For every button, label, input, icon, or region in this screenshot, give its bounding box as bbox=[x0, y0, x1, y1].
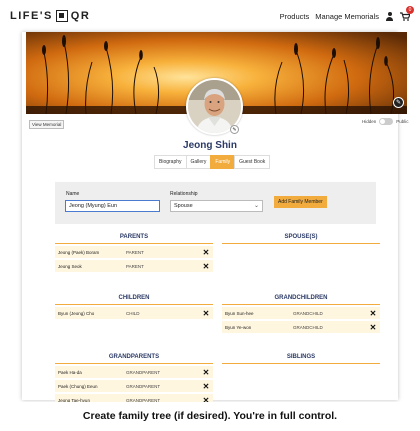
siblings-title: SIBLINGS bbox=[222, 354, 380, 364]
family-row: Byun Ye-won GRANDCHILD ✕ bbox=[222, 321, 380, 333]
family-member-relation: PARENT bbox=[126, 249, 144, 255]
remove-x-icon[interactable]: ✕ bbox=[202, 368, 210, 377]
grandchildren-title: GRANDCHILDREN bbox=[222, 295, 380, 305]
relationship-field-label: Relationship bbox=[170, 191, 198, 197]
family-row: Paek Ha-da GRANDPARENT ✕ bbox=[55, 366, 213, 378]
remove-x-icon[interactable]: ✕ bbox=[202, 262, 210, 271]
edit-cover-pencil-icon[interactable]: ✎ bbox=[393, 97, 404, 108]
lifes-qr-logo[interactable]: LIFE'S QR bbox=[10, 10, 90, 22]
edit-photo-pencil-icon[interactable]: ✎ bbox=[230, 125, 239, 134]
main-nav: Products Manage Memorials 0 bbox=[280, 5, 414, 21]
family-member-name: Byun (Jeong) Cho bbox=[58, 310, 95, 316]
visibility-toggle-group: Hidden Public bbox=[362, 118, 409, 125]
qr-logo-icon bbox=[55, 10, 68, 22]
spouses-title: SPOUSE(S) bbox=[222, 234, 380, 244]
page: LIFE'S QR Products Manage Memorials 0 ✎ … bbox=[0, 0, 420, 431]
family-row: Byun (Jeong) Cho CHILD ✕ bbox=[55, 307, 213, 319]
profile-tabs: Biography Gallery Family Guest Book bbox=[154, 155, 271, 169]
family-member-relation: PARENT bbox=[126, 263, 144, 269]
top-navbar: LIFE'S QR Products Manage Memorials 0 bbox=[0, 0, 420, 32]
remove-x-icon[interactable]: ✕ bbox=[202, 248, 210, 257]
caption-text: Create family tree (if desired). You're … bbox=[0, 402, 420, 431]
children-title: CHILDREN bbox=[55, 295, 213, 305]
tab-gallery[interactable]: Gallery bbox=[185, 155, 212, 169]
logo-text-right: QR bbox=[70, 10, 91, 22]
remove-x-icon[interactable]: ✕ bbox=[202, 382, 210, 391]
remove-x-icon[interactable]: ✕ bbox=[202, 309, 210, 318]
parents-section: PARENTS Jeong (Paek) Boram PARENT ✕ Jeon… bbox=[55, 234, 213, 272]
toggle-hidden-label: Hidden bbox=[362, 119, 377, 124]
tab-guest-book[interactable]: Guest Book bbox=[234, 155, 271, 169]
visibility-toggle[interactable] bbox=[379, 118, 394, 125]
family-member-name: Jeong Seok bbox=[58, 263, 82, 269]
siblings-section: SIBLINGS bbox=[222, 354, 380, 364]
family-member-name: Paek (Chung) Eeun bbox=[58, 383, 98, 389]
family-member-name: Byun Ye-won bbox=[225, 324, 252, 330]
relationship-selected-value: Spouse bbox=[174, 203, 193, 209]
toggle-public-label: Public bbox=[396, 119, 409, 124]
family-row: Jeong Seok PARENT ✕ bbox=[55, 260, 213, 272]
grandparents-section: GRANDPARENTS Paek Ha-da GRANDPARENT ✕ Pa… bbox=[55, 354, 213, 406]
memorial-name: Jeong Shin bbox=[183, 140, 237, 151]
logo-text-left: LIFE'S bbox=[10, 10, 53, 22]
relationship-select[interactable]: Spouse ⌄ bbox=[170, 200, 263, 212]
remove-x-icon[interactable]: ✕ bbox=[369, 323, 377, 332]
family-member-relation: CHILD bbox=[126, 310, 140, 316]
family-row: Byun Sun-hee GRANDCHILD ✕ bbox=[222, 307, 380, 319]
family-row: Jeong (Paek) Boram PARENT ✕ bbox=[55, 246, 213, 258]
family-row: Paek (Chung) Eeun GRANDPARENT ✕ bbox=[55, 380, 213, 392]
family-member-name: Jeong (Paek) Boram bbox=[58, 249, 100, 255]
cart-icon[interactable]: 0 bbox=[400, 5, 414, 21]
tab-family[interactable]: Family bbox=[210, 155, 236, 169]
user-icon[interactable] bbox=[385, 11, 394, 21]
family-member-name: Byun Sun-hee bbox=[225, 310, 254, 316]
family-member-relation: GRANDPARENT bbox=[126, 369, 161, 375]
nav-manage-memorials-link[interactable]: Manage Memorials bbox=[315, 12, 379, 21]
name-field-label: Name bbox=[66, 191, 80, 197]
view-memorial-button[interactable]: View Memorial bbox=[29, 120, 65, 129]
add-family-member-button[interactable]: Add Family Member bbox=[274, 196, 327, 208]
grandparents-title: GRANDPARENTS bbox=[55, 354, 213, 364]
cart-count-badge: 0 bbox=[406, 5, 414, 14]
spouses-section: SPOUSE(S) bbox=[222, 234, 380, 244]
chevron-down-icon: ⌄ bbox=[253, 203, 259, 209]
nav-products-link[interactable]: Products bbox=[280, 12, 310, 21]
children-section: CHILDREN Byun (Jeong) Cho CHILD ✕ bbox=[55, 295, 213, 319]
family-name-input[interactable]: Jeong (Myung) Eun bbox=[65, 200, 160, 212]
grandchildren-section: GRANDCHILDREN Byun Sun-hee GRANDCHILD ✕ … bbox=[222, 295, 380, 333]
remove-x-icon[interactable]: ✕ bbox=[369, 309, 377, 318]
family-member-relation: GRANDPARENT bbox=[126, 383, 161, 389]
family-member-relation: GRANDCHILD bbox=[293, 324, 323, 330]
add-family-form: Name Jeong (Myung) Eun Relationship Spou… bbox=[55, 182, 376, 224]
family-member-relation: GRANDCHILD bbox=[293, 310, 323, 316]
parents-title: PARENTS bbox=[55, 234, 213, 244]
tab-biography[interactable]: Biography bbox=[154, 155, 187, 169]
family-member-name: Paek Ha-da bbox=[58, 369, 82, 375]
